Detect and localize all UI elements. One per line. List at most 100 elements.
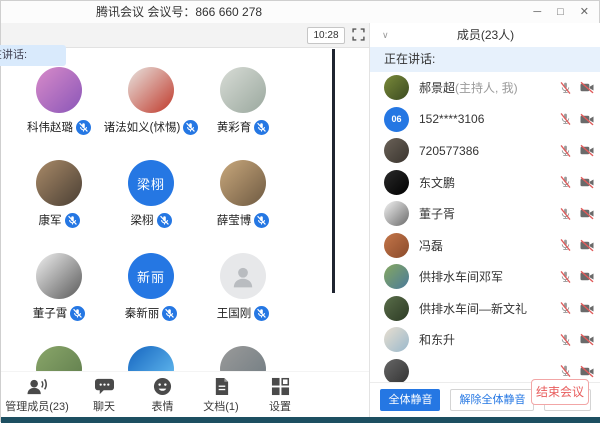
video-tile[interactable]: 科伟赵璐 (13, 67, 105, 160)
mic-off-icon[interactable] (559, 144, 572, 158)
member-name: 供排水车间邓军 (419, 270, 503, 284)
member-avatar (384, 75, 409, 100)
member-row[interactable]: 06 152****3106 (370, 104, 600, 136)
mic-muted-icon[interactable] (162, 306, 177, 321)
video-tile[interactable]: 新丽 秦新丽 (105, 253, 197, 346)
minimize-icon[interactable]: ─ (533, 1, 541, 23)
video-tile[interactable]: 薛莹博 (197, 160, 289, 253)
participant-avatar[interactable] (220, 160, 266, 206)
settings-icon (271, 377, 290, 396)
mic-muted-icon[interactable] (254, 306, 269, 321)
participant-name: 秦新丽 (125, 305, 160, 321)
documents-button[interactable]: 文档(1) (190, 377, 252, 414)
emoji-button[interactable]: 表情 (135, 377, 190, 414)
documents-label: 文档(1) (203, 398, 238, 414)
member-row[interactable]: 供排水车间邓军 (370, 261, 600, 293)
participant-avatar[interactable] (36, 67, 82, 113)
video-tile[interactable]: 王国刚 (197, 253, 289, 346)
participant-avatar[interactable] (220, 67, 266, 113)
participant-avatar[interactable] (36, 253, 82, 299)
video-tile[interactable]: 梁栩 梁栩 (105, 160, 197, 253)
speaking-now-bar: 正在讲话: (370, 47, 600, 72)
window-controls: ─ □ ✕ (533, 1, 589, 23)
fullscreen-icon[interactable] (352, 28, 365, 41)
participant-name: 梁栩 (131, 212, 154, 228)
member-name: 董子胥 (419, 207, 455, 221)
mic-off-icon[interactable] (559, 270, 572, 284)
members-panel: ∨ 成员(23人) 正在讲话: 郝景超(主持人, 我) (369, 23, 600, 417)
participant-avatar[interactable]: 梁栩 (128, 160, 174, 206)
video-tile[interactable]: 康军 (13, 160, 105, 253)
member-row[interactable]: 和东升 (370, 324, 600, 356)
member-row[interactable]: 供排水车间—新文礼 (370, 293, 600, 325)
camera-off-icon[interactable] (579, 365, 595, 378)
participant-name: 薛莹博 (217, 212, 252, 228)
close-icon[interactable]: ✕ (580, 1, 589, 23)
video-tile[interactable]: 黄彩育 (197, 67, 289, 160)
mic-muted-icon[interactable] (157, 213, 172, 228)
participant-name: 诸法如义(怵惕) (104, 119, 181, 135)
emoji-icon (153, 377, 172, 396)
unmute-all-button[interactable]: 解除全体静音 (450, 389, 534, 411)
video-tile[interactable]: 诸法如义(怵惕) (105, 67, 197, 160)
camera-off-icon[interactable] (579, 333, 595, 346)
mute-all-button[interactable]: 全体静音 (380, 389, 440, 411)
bottom-toolbar: 管理成员(23) 聊天 表情 文档 (1, 371, 369, 418)
mic-off-icon[interactable] (559, 207, 572, 221)
manage-members-label: 管理成员(23) (5, 398, 69, 414)
member-name: 720577386 (419, 144, 479, 158)
member-avatar (384, 138, 409, 163)
member-row[interactable]: 郝景超(主持人, 我) (370, 72, 600, 104)
manage-members-button[interactable]: 管理成员(23) (1, 377, 73, 414)
maximize-icon[interactable]: □ (557, 1, 564, 23)
participant-name: 黄彩育 (217, 119, 252, 135)
participant-name: 康军 (39, 212, 62, 228)
chevron-down-icon[interactable]: ∨ (382, 23, 389, 47)
chat-button[interactable]: 聊天 (73, 377, 135, 414)
grid-scrollbar[interactable] (332, 49, 335, 293)
participant-avatar[interactable] (128, 67, 174, 113)
camera-off-icon[interactable] (579, 239, 595, 252)
mic-off-icon[interactable] (559, 175, 572, 189)
members-count-title: 成员(23人) (457, 28, 514, 42)
member-avatar (384, 296, 409, 321)
member-row[interactable]: 冯磊 (370, 230, 600, 262)
camera-off-icon[interactable] (579, 207, 595, 220)
member-row[interactable]: 720577386 (370, 135, 600, 167)
meeting-timer: 10:28 (307, 27, 345, 44)
mic-off-icon[interactable] (559, 301, 572, 315)
camera-off-icon[interactable] (579, 113, 595, 126)
mic-muted-icon[interactable] (254, 213, 269, 228)
participant-avatar[interactable]: 新丽 (128, 253, 174, 299)
camera-off-icon[interactable] (579, 302, 595, 315)
mic-off-icon[interactable] (559, 112, 572, 126)
participant-avatar[interactable] (220, 253, 266, 299)
member-avatar (384, 201, 409, 226)
document-icon (213, 377, 230, 396)
mic-off-icon[interactable] (559, 238, 572, 252)
mic-off-icon[interactable] (559, 81, 572, 95)
member-avatar (384, 359, 409, 383)
mic-off-icon[interactable] (559, 364, 572, 378)
camera-off-icon[interactable] (579, 270, 595, 283)
mic-off-icon[interactable] (559, 333, 572, 347)
member-row[interactable]: 东文鹏 (370, 167, 600, 199)
participant-avatar[interactable] (36, 160, 82, 206)
mic-muted-icon[interactable] (254, 120, 269, 135)
camera-off-icon[interactable] (579, 176, 595, 189)
emoji-label: 表情 (152, 398, 174, 414)
end-meeting-button[interactable]: 结束会议 (531, 379, 589, 405)
window-title: 腾讯会议 会议号：866 660 278 (96, 5, 262, 19)
member-row[interactable]: 董子胥 (370, 198, 600, 230)
camera-off-icon[interactable] (579, 144, 595, 157)
mic-muted-icon[interactable] (76, 120, 91, 135)
mic-muted-icon[interactable] (70, 306, 85, 321)
member-name: 152****3106 (419, 112, 484, 126)
chat-label: 聊天 (93, 398, 115, 414)
settings-button[interactable]: 设置 (252, 377, 308, 414)
participant-name: 科伟赵璐 (27, 119, 73, 135)
member-avatar (384, 264, 409, 289)
mic-muted-icon[interactable] (65, 213, 80, 228)
video-tile[interactable]: 董子霄 (13, 253, 105, 346)
camera-off-icon[interactable] (579, 81, 595, 94)
